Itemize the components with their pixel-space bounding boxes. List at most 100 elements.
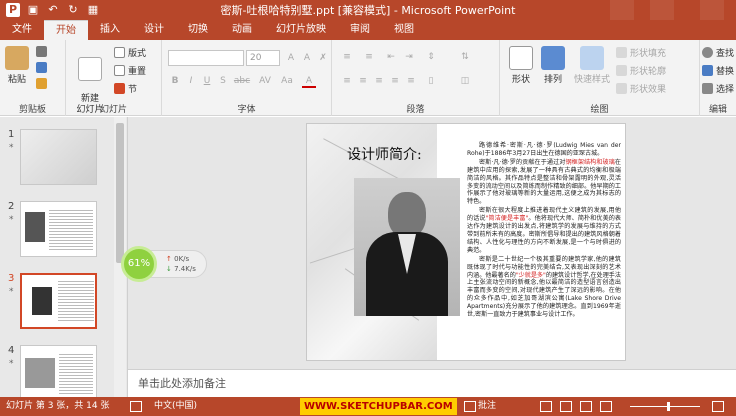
comments-button[interactable]: 批注: [478, 397, 496, 416]
ribbon: 粘贴 剪贴板 新建 幻灯片 版式 重置 节 幻灯片 20 A A ✗ B I U…: [0, 40, 736, 116]
bold-button[interactable]: B: [168, 74, 182, 88]
find-button[interactable]: 查找: [702, 46, 734, 59]
clipboard-group-label: 剪贴板: [18, 105, 46, 115]
tab-slideshow[interactable]: 幻灯片放映: [264, 20, 338, 40]
quick-styles-button[interactable]: 快速样式: [570, 46, 614, 85]
current-slide[interactable]: 设计师简介: 路德维希·密斯·凡·德·罗(Ludwig Mies van der…: [306, 123, 626, 361]
slide-thumbnail-1[interactable]: [20, 129, 97, 185]
language-indicator[interactable]: 中文(中国): [154, 397, 197, 416]
slide-thumbnail-2[interactable]: [20, 201, 97, 257]
title-bar: P ▣ ↶ ↻ ▦ 密斯-吐根哈特别墅.ppt [兼容模式] - Microso…: [0, 0, 736, 20]
thumbnail-number: 4: [8, 345, 15, 356]
notes-pane[interactable]: 单击此处添加备注: [128, 369, 736, 397]
italic-button[interactable]: I: [184, 74, 198, 88]
slides-group: 新建 幻灯片 版式 重置 节 幻灯片: [66, 40, 162, 116]
line-spacing-icon[interactable]: ⇕: [424, 50, 438, 64]
save-icon[interactable]: ▣: [26, 3, 40, 17]
font-name-dropdown[interactable]: [168, 50, 244, 66]
arrange-icon: [541, 46, 565, 70]
network-speed-widget[interactable]: ↑ 0K/s ↓ 7.4K/s 61%: [121, 246, 209, 282]
bullets-icon[interactable]: ≡: [340, 50, 354, 64]
align-left-icon[interactable]: ≡: [340, 74, 354, 88]
cut-button[interactable]: [36, 46, 47, 57]
memory-usage-badge: 61%: [121, 246, 157, 282]
normal-view-icon[interactable]: [540, 401, 552, 412]
reading-view-icon[interactable]: [580, 401, 592, 412]
replace-label: 替换: [716, 67, 735, 77]
layout-button[interactable]: 版式: [114, 46, 146, 59]
fit-to-window-icon[interactable]: [712, 401, 724, 412]
tab-file[interactable]: 文件: [0, 20, 44, 40]
shape-fill-icon: [616, 47, 627, 58]
slide-editing-area: 设计师简介: 路德维希·密斯·凡·德·罗(Ludwig Mies van der…: [128, 117, 736, 369]
reset-button[interactable]: 重置: [114, 64, 146, 77]
strikethrough-button[interactable]: abc: [232, 74, 252, 88]
shapes-button[interactable]: 形状: [506, 46, 536, 85]
format-painter-button[interactable]: [36, 78, 47, 89]
replace-button[interactable]: 替换: [702, 64, 734, 77]
powerpoint-app-icon[interactable]: P: [6, 3, 20, 17]
zoom-slider[interactable]: [630, 406, 700, 407]
change-case-button[interactable]: Aa: [278, 74, 296, 88]
columns-icon[interactable]: ▯: [424, 74, 438, 88]
align-center-icon[interactable]: ≡: [356, 74, 370, 88]
copy-button[interactable]: [36, 62, 47, 73]
shape-outline-button[interactable]: 形状轮廓: [616, 64, 666, 77]
font-color-button[interactable]: A: [302, 74, 316, 88]
tab-review[interactable]: 审阅: [338, 20, 382, 40]
section-icon: [114, 83, 125, 94]
quick-styles-label: 快速样式: [573, 75, 610, 85]
zoom-slider-knob[interactable]: [667, 402, 670, 411]
tab-design[interactable]: 设计: [132, 20, 176, 40]
thumbnail-star: *: [9, 359, 14, 369]
thumbnail-number: 3: [8, 273, 15, 284]
scrollbar-thumb[interactable]: [116, 123, 124, 263]
shadow-button[interactable]: S: [216, 74, 230, 88]
slide-title[interactable]: 设计师简介:: [347, 144, 422, 164]
shape-effects-button[interactable]: 形状效果: [616, 82, 666, 95]
shape-fill-button[interactable]: 形状填充: [616, 46, 666, 59]
font-size-dropdown[interactable]: 20: [246, 50, 280, 66]
status-bar: 幻灯片 第 3 张，共 14 张 中文(中国) WWW.SKETCHUPBAR.…: [0, 397, 736, 416]
spellcheck-icon[interactable]: [130, 401, 142, 412]
slideshow-icon[interactable]: [600, 401, 612, 412]
start-from-beginning-icon[interactable]: ▦: [86, 3, 100, 17]
arrange-button[interactable]: 排列: [538, 46, 568, 85]
select-button[interactable]: 选择: [702, 82, 734, 95]
quick-access-toolbar: P ▣ ↶ ↻ ▦: [0, 3, 100, 17]
char-spacing-button[interactable]: AV: [256, 74, 274, 88]
text-run: 路德维希·密斯·凡·德·罗(Ludwig Mies van der Rohe)于…: [467, 142, 621, 157]
tab-insert[interactable]: 插入: [88, 20, 132, 40]
section-button[interactable]: 节: [114, 82, 137, 95]
highlight-text: "少就是多": [515, 271, 546, 279]
align-right-icon[interactable]: ≡: [372, 74, 386, 88]
thumbnail-photo: [32, 287, 52, 315]
tab-view[interactable]: 视图: [382, 20, 426, 40]
decrease-indent-icon[interactable]: ⇤: [384, 50, 398, 64]
notes-toggle-icon[interactable]: [464, 401, 476, 412]
layout-icon: [114, 47, 125, 58]
shrink-font-icon[interactable]: A: [300, 51, 314, 65]
numbering-icon[interactable]: ≡: [362, 50, 376, 64]
upload-speed: ↑ 0K/s: [166, 254, 206, 264]
justify-icon[interactable]: ≡: [388, 74, 402, 88]
clear-format-icon[interactable]: ✗: [316, 51, 330, 65]
slide-thumbnail-3[interactable]: [20, 273, 97, 329]
distributed-icon[interactable]: ≡: [404, 74, 418, 88]
increase-indent-icon[interactable]: ⇥: [402, 50, 416, 64]
text-direction-icon[interactable]: ⇅: [458, 50, 472, 64]
tab-transitions[interactable]: 切换: [176, 20, 220, 40]
shape-outline-label: 形状轮廓: [630, 67, 667, 77]
undo-icon[interactable]: ↶: [46, 3, 60, 17]
tab-home[interactable]: 开始: [44, 20, 88, 40]
smartart-icon[interactable]: ◫: [458, 74, 472, 88]
redo-icon[interactable]: ↻: [66, 3, 80, 17]
tab-animations[interactable]: 动画: [220, 20, 264, 40]
slide-body-text[interactable]: 路德维希·密斯·凡·德·罗(Ludwig Mies van der Rohe)于…: [467, 142, 621, 320]
slide-sorter-icon[interactable]: [560, 401, 572, 412]
underline-button[interactable]: U: [200, 74, 214, 88]
text-run: 密斯·凡·德·罗的贡献在于通过对: [479, 158, 566, 166]
grow-font-icon[interactable]: A: [284, 51, 298, 65]
slide-thumbnail-4[interactable]: [20, 345, 97, 401]
paste-button[interactable]: 粘贴: [4, 46, 30, 85]
